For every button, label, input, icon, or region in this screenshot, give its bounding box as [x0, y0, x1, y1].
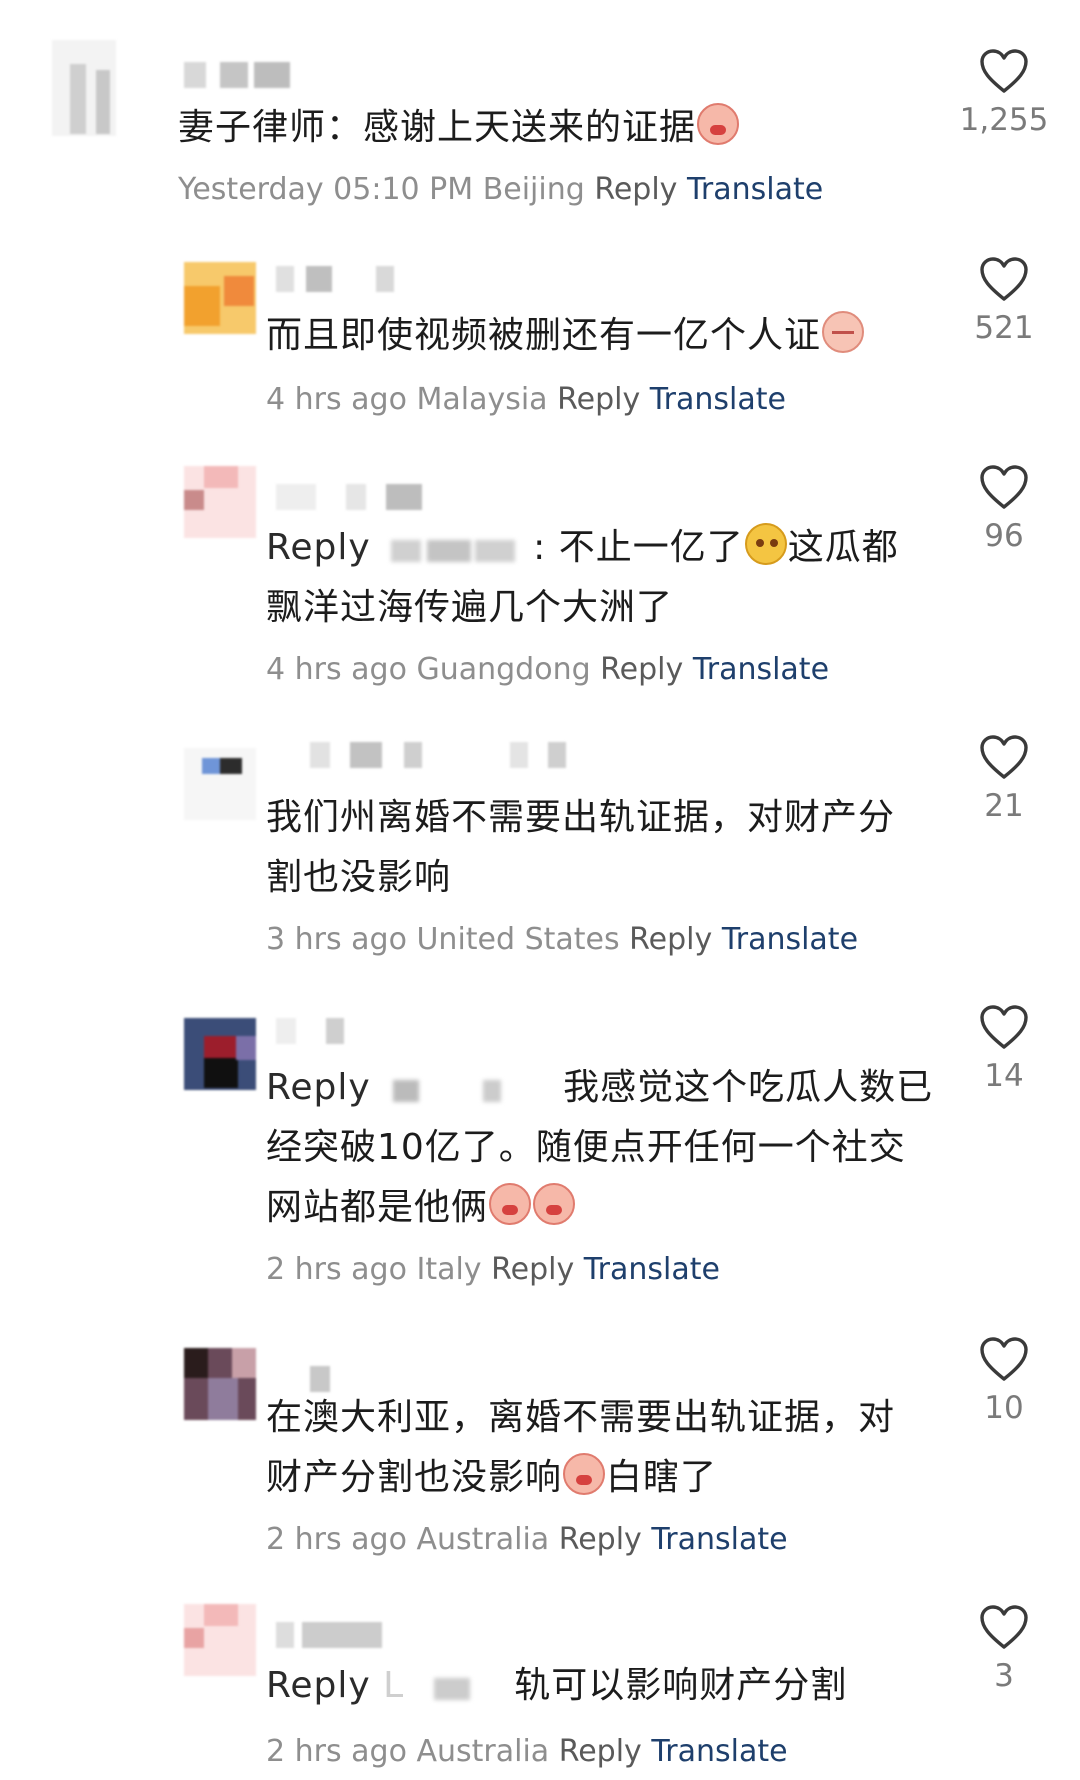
like-button[interactable]: 14	[944, 1004, 1064, 1094]
comment-meta: Yesterday 05:10 PM Beijing Reply Transla…	[178, 172, 823, 207]
like-button[interactable]: 96	[944, 464, 1064, 554]
timestamp: 4 hrs ago	[266, 652, 407, 687]
comment-text: 在澳大利亚，离婚不需要出轨证据，对 财产分割也没影响 白瞎了	[266, 1388, 895, 1508]
like-count: 21	[984, 788, 1024, 824]
like-count: 10	[984, 1390, 1024, 1426]
translate-button[interactable]: Translate	[722, 922, 858, 957]
username[interactable]	[310, 742, 570, 772]
like-count: 521	[974, 310, 1034, 346]
comment-meta: 2 hrs ago Australia Reply Translate	[266, 1734, 788, 1769]
comment-text-line: 我们州离婚不需要出轨证据，对财产分	[266, 797, 896, 838]
timestamp: 4 hrs ago	[266, 382, 407, 417]
reply-mention[interactable]: Reply	[266, 1665, 371, 1706]
like-count: 3	[994, 1658, 1014, 1694]
comment-meta: 4 hrs ago Guangdong Reply Translate	[266, 652, 829, 687]
melon-face-icon	[744, 523, 787, 565]
heart-outline-icon	[980, 257, 1028, 301]
comment-text-line: 经突破10亿了。随便点开任何一个社交	[266, 1127, 906, 1168]
location: United States	[416, 922, 620, 957]
like-count: 1,255	[959, 102, 1049, 138]
translate-button[interactable]: Translate	[650, 382, 786, 417]
timestamp: Yesterday 05:10 PM	[178, 172, 474, 207]
mentioned-username[interactable]	[404, 1670, 514, 1704]
location: Australia	[416, 1522, 550, 1557]
reply-button[interactable]: Reply	[629, 922, 712, 957]
translate-button[interactable]: Translate	[651, 1522, 787, 1557]
reply-button[interactable]: Reply	[594, 172, 677, 207]
comment-text-line: 割也没影响	[266, 857, 452, 898]
username[interactable]	[184, 62, 304, 92]
comment-text-line: 在澳大利亚，离婚不需要出轨证据，对	[266, 1397, 896, 1438]
crying-face-icon	[697, 103, 740, 145]
comment-text: 妻子律师：感谢上天送来的证据	[178, 98, 740, 158]
location: Italy	[416, 1252, 482, 1287]
crying-face-icon	[489, 1183, 532, 1225]
timestamp: 3 hrs ago	[266, 922, 407, 957]
like-button[interactable]: 1,255	[944, 48, 1064, 138]
like-button[interactable]: 10	[944, 1336, 1064, 1426]
heart-outline-icon	[980, 1005, 1028, 1049]
heart-outline-icon	[980, 1605, 1028, 1649]
reply-button[interactable]: Reply	[600, 652, 683, 687]
reply-button[interactable]: Reply	[559, 1734, 642, 1769]
translate-button[interactable]: Translate	[687, 172, 823, 207]
reply-button[interactable]: Reply	[559, 1522, 642, 1557]
translate-button[interactable]: Translate	[651, 1734, 787, 1769]
location: Australia	[416, 1734, 550, 1769]
comment-text: 我们州离婚不需要出轨证据，对财产分 割也没影响	[266, 788, 895, 908]
crying-face-icon	[533, 1183, 576, 1225]
comment-text: Reply : 不止一亿了 这瓜都 飘洋过海传遍几个大洲了	[266, 518, 899, 638]
comment-meta: 2 hrs ago Australia Reply Translate	[266, 1522, 788, 1557]
avatar[interactable]	[184, 262, 256, 334]
comment-meta: 2 hrs ago Italy Reply Translate	[266, 1252, 720, 1287]
avatar[interactable]	[184, 748, 256, 820]
timestamp: 2 hrs ago	[266, 1252, 407, 1287]
reply-mention[interactable]: Reply	[266, 527, 371, 568]
mentioned-username[interactable]	[383, 532, 533, 566]
avatar[interactable]	[184, 1348, 256, 1420]
like-count: 14	[984, 1058, 1024, 1094]
location: Guangdong	[416, 652, 591, 687]
reply-button[interactable]: Reply	[557, 382, 640, 417]
translate-button[interactable]: Translate	[693, 652, 829, 687]
comment-text: Reply L 轨可以影响财产分割	[266, 1665, 848, 1706]
avatar[interactable]	[184, 1604, 256, 1676]
heart-outline-icon	[980, 735, 1028, 779]
avatar[interactable]	[184, 466, 256, 538]
username[interactable]	[276, 1018, 366, 1048]
reply-button[interactable]: Reply	[491, 1252, 574, 1287]
mentioned-username[interactable]	[383, 1072, 563, 1106]
username[interactable]	[276, 266, 396, 296]
like-button[interactable]: 3	[944, 1604, 1064, 1694]
username[interactable]	[276, 1622, 396, 1652]
like-button[interactable]: 21	[944, 734, 1064, 824]
like-count: 96	[984, 518, 1024, 554]
nervous-face-icon	[822, 311, 865, 353]
comment-text: Reply 我感觉这个吃瓜人数已 经突破10亿了。随便点开任何一个社交 网站都是…	[266, 1067, 934, 1228]
avatar[interactable]	[184, 1018, 256, 1090]
comment-text: 而且即使视频被删还有一亿个人证	[266, 306, 865, 366]
heart-outline-icon	[980, 49, 1028, 93]
avatar[interactable]	[52, 40, 116, 136]
heart-outline-icon	[980, 465, 1028, 509]
location: Malaysia	[416, 382, 548, 417]
comment-meta: 3 hrs ago United States Reply Translate	[266, 922, 858, 957]
crying-face-icon	[563, 1453, 606, 1495]
timestamp: 2 hrs ago	[266, 1522, 407, 1557]
heart-outline-icon	[980, 1337, 1028, 1381]
comment-meta: 4 hrs ago Malaysia Reply Translate	[266, 382, 786, 417]
like-button[interactable]: 521	[944, 256, 1064, 346]
translate-button[interactable]: Translate	[584, 1252, 720, 1287]
reply-mention[interactable]: Reply	[266, 1067, 371, 1108]
username[interactable]	[276, 484, 436, 514]
comment-text-line: 飘洋过海传遍几个大洲了	[266, 587, 674, 628]
location: Beijing	[482, 172, 585, 207]
timestamp: 2 hrs ago	[266, 1734, 407, 1769]
